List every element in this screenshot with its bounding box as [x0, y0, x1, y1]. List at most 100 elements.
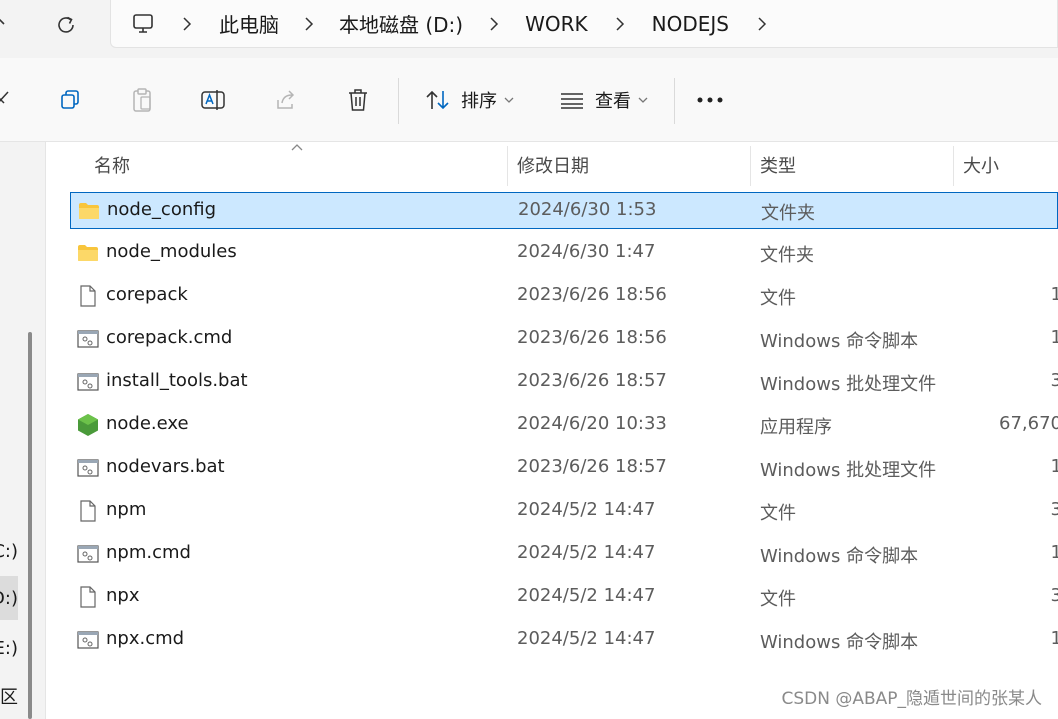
nav-item-drive-e[interactable]: E:) [0, 626, 18, 670]
file-type: Windows 批处理文件 [760, 374, 937, 395]
file-modified-date: 2023/6/26 18:57 [517, 456, 667, 477]
script-file-icon [76, 327, 100, 351]
file-name: node_modules [106, 241, 237, 262]
share-icon [277, 90, 295, 109]
file-size: 1 [1050, 456, 1058, 477]
chevron-right-icon[interactable] [729, 16, 795, 32]
chevron-right-icon[interactable] [463, 16, 525, 32]
navigation-bar: 此电脑 本地磁盘 (D:) WORK NODEJS [0, 0, 1058, 58]
file-icon [76, 284, 100, 308]
breadcrumb-item-work[interactable]: WORK [525, 12, 588, 36]
file-modified-date: 2024/6/30 1:53 [518, 199, 657, 220]
nav-item-drive-d[interactable]: D:) [0, 576, 18, 620]
file-type: 文件 [760, 589, 796, 610]
file-name: corepack [106, 284, 188, 305]
column-divider[interactable] [507, 146, 508, 186]
chevron-right-icon[interactable] [588, 16, 652, 32]
column-header: 名称 修改日期 类型 大小 [47, 142, 1058, 186]
more-options-button[interactable] [690, 58, 730, 142]
file-size: 1 [1050, 327, 1058, 348]
chevron-right-icon[interactable] [279, 16, 339, 32]
file-modified-date: 2023/6/26 18:56 [517, 327, 667, 348]
column-header-modified[interactable]: 修改日期 [517, 152, 589, 178]
file-row[interactable]: npm.cmd 2024/5/2 14:47 Windows 命令脚本 1 [70, 536, 1058, 573]
arrow-up-icon [0, 18, 5, 25]
file-row[interactable]: corepack.cmd 2023/6/26 18:56 Windows 命令脚本 1 [70, 321, 1058, 358]
address-bar[interactable]: 此电脑 本地磁盘 (D:) WORK NODEJS [110, 0, 1058, 48]
command-bar: 排序 查看 [0, 58, 1058, 142]
computer-icon [131, 12, 155, 36]
sort-ascending-icon [291, 144, 303, 151]
nav-item-drive-c[interactable]: C:) [0, 529, 18, 573]
copy-icon [61, 90, 79, 109]
breadcrumb-item-nodejs[interactable]: NODEJS [652, 12, 729, 36]
file-size: 1 [1050, 628, 1058, 649]
view-button[interactable]: 查看 [554, 58, 654, 142]
file-icon [76, 499, 100, 523]
file-type: Windows 命令脚本 [760, 546, 919, 567]
file-modified-date: 2024/5/2 14:47 [517, 499, 656, 520]
delete-button[interactable] [338, 58, 378, 142]
file-size: 3 [1050, 370, 1058, 391]
file-type: 应用程序 [760, 417, 832, 438]
file-type: Windows 命令脚本 [760, 632, 919, 653]
file-size: 3 [1050, 499, 1058, 520]
file-row[interactable]: install_tools.bat 2023/6/26 18:57 Windows … [70, 364, 1058, 401]
breadcrumb-item-this-pc[interactable]: 此电脑 [219, 9, 279, 38]
breadcrumb-item-drive-d[interactable]: 本地磁盘 (D:) [339, 9, 463, 38]
nav-scrollbar[interactable] [28, 332, 32, 719]
file-type: Windows 批处理文件 [760, 460, 937, 481]
folder-icon [76, 241, 100, 265]
copy-button[interactable] [50, 58, 90, 142]
nav-item-network[interactable]: 区 [0, 674, 18, 718]
file-name: npm [106, 499, 147, 520]
file-type: 文件 [760, 288, 796, 309]
file-modified-date: 2024/5/2 14:47 [517, 542, 656, 563]
chevron-right-icon[interactable] [155, 16, 219, 32]
up-button[interactable] [0, 8, 18, 42]
file-modified-date: 2024/5/2 14:47 [517, 628, 656, 649]
file-row[interactable]: npx.cmd 2024/5/2 14:47 Windows 命令脚本 1 [70, 622, 1058, 659]
clipboard-icon [133, 88, 151, 112]
view-label: 查看 [595, 91, 631, 112]
rename-icon [201, 90, 225, 110]
node-exe-icon [76, 413, 100, 437]
file-row[interactable]: node_modules 2024/6/30 1:47 文件夹 [70, 235, 1058, 272]
paste-button[interactable] [122, 58, 162, 142]
file-icon [76, 585, 100, 609]
file-name: install_tools.bat [106, 370, 248, 391]
scissors-icon [0, 91, 9, 104]
toolbar-divider [674, 78, 675, 124]
file-size: 3 [1050, 585, 1058, 606]
column-header-name[interactable]: 名称 [94, 152, 130, 178]
sort-label: 排序 [461, 91, 497, 112]
file-row[interactable]: npx 2024/5/2 14:47 文件 3 [70, 579, 1058, 616]
column-divider[interactable] [750, 146, 751, 186]
trash-icon [349, 89, 367, 111]
toolbar-divider [398, 78, 399, 124]
cut-button[interactable] [0, 58, 16, 142]
column-divider[interactable] [953, 146, 954, 186]
file-row[interactable]: node_config 2024/6/30 1:53 文件夹 [70, 192, 1058, 229]
file-row[interactable]: node.exe 2024/6/20 10:33 应用程序 67,670 [70, 407, 1058, 444]
file-row[interactable]: corepack 2023/6/26 18:56 文件 1 [70, 278, 1058, 315]
file-name: node_config [107, 199, 217, 220]
refresh-button[interactable] [46, 8, 86, 42]
file-name: corepack.cmd [106, 327, 233, 348]
column-header-type[interactable]: 类型 [760, 152, 796, 178]
list-view-icon [561, 93, 583, 109]
file-row[interactable]: npm 2024/5/2 14:47 文件 3 [70, 493, 1058, 530]
share-button[interactable] [266, 58, 306, 142]
sort-button[interactable]: 排序 [420, 58, 520, 142]
script-file-icon [76, 628, 100, 652]
file-size: 67,670 [999, 413, 1058, 434]
refresh-icon [58, 16, 74, 33]
file-type: 文件 [760, 503, 796, 524]
file-type: Windows 命令脚本 [760, 331, 919, 352]
column-header-size[interactable]: 大小 [963, 152, 999, 178]
file-size: 1 [1050, 284, 1058, 305]
file-row[interactable]: nodevars.bat 2023/6/26 18:57 Windows 批处理文件… [70, 450, 1058, 487]
rename-button[interactable] [193, 58, 233, 142]
chevron-down-icon [504, 97, 514, 103]
file-modified-date: 2023/6/26 18:56 [517, 284, 667, 305]
